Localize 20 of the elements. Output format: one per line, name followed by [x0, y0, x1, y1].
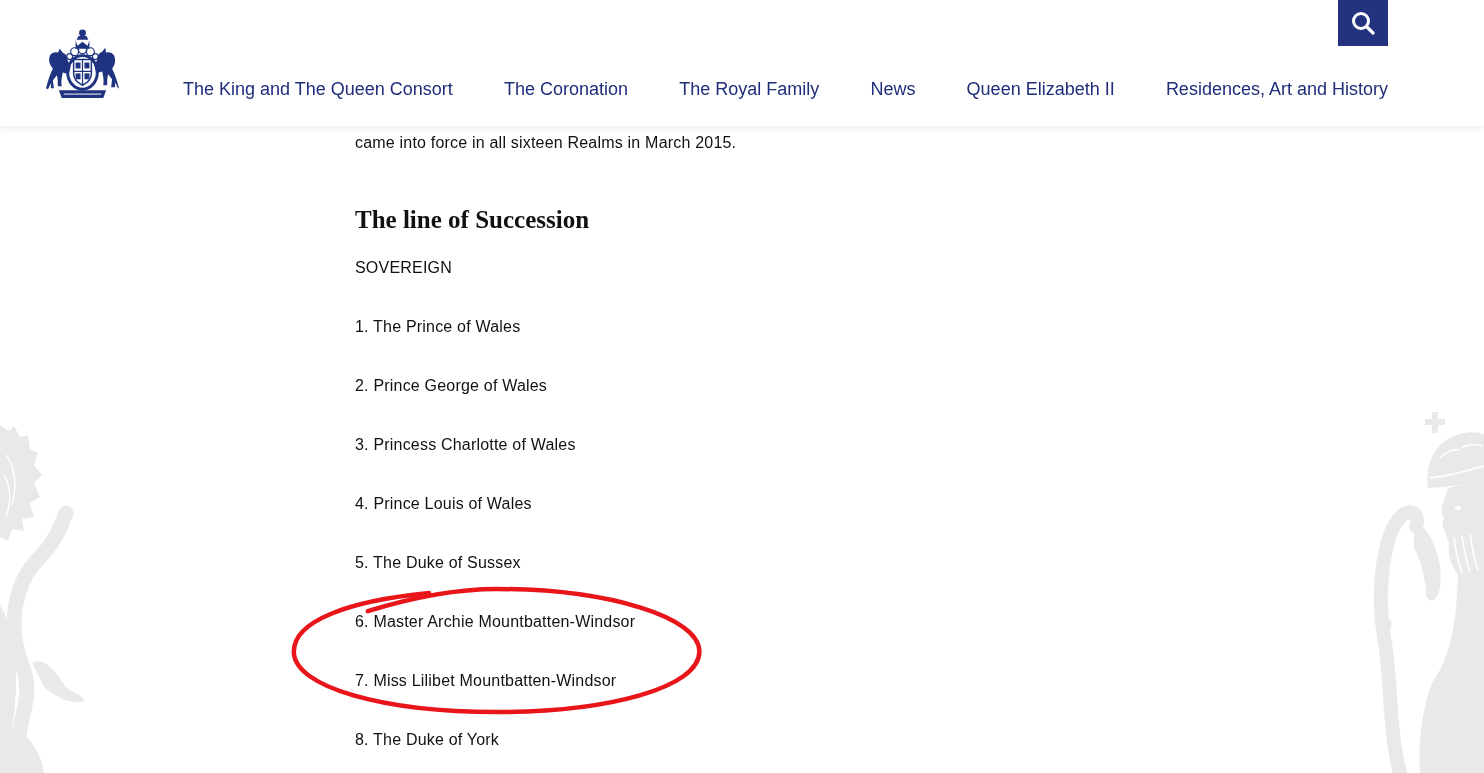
succession-item: 6. Master Archie Mountbatten-Windsor: [355, 612, 636, 632]
nav-link[interactable]: News: [870, 77, 916, 101]
intro-paragraph: came into force in all sixteen Realms in March 2015.: [355, 133, 737, 153]
search-icon: [1351, 11, 1375, 35]
nav-link[interactable]: Queen Elizabeth II: [966, 77, 1115, 101]
succession-item: 3. Princess Charlotte of Wales: [355, 435, 576, 455]
nav-link[interactable]: Residences, Art and History: [1165, 77, 1388, 101]
section-heading: The line of Succession: [355, 205, 590, 235]
succession-item: 5. The Duke of Sussex: [355, 553, 521, 573]
search-button[interactable]: [1338, 0, 1388, 46]
succession-item: 4. Prince Louis of Wales: [355, 494, 532, 514]
succession-item: 7. Miss Lilibet Mountbatten-Windsor: [355, 671, 617, 691]
nav-link[interactable]: The Coronation: [504, 77, 629, 101]
succession-item: 2. Prince George of Wales: [355, 376, 548, 396]
list-label: SOVEREIGN: [355, 258, 452, 278]
nav-link[interactable]: The King and The Queen Consort: [183, 77, 453, 101]
nav-link[interactable]: The Royal Family: [679, 77, 820, 101]
succession-item: 1. The Prince of Wales: [355, 317, 521, 337]
succession-item: 8. The Duke of York: [355, 730, 500, 750]
coat-of-arms-logo[interactable]: [43, 27, 122, 101]
